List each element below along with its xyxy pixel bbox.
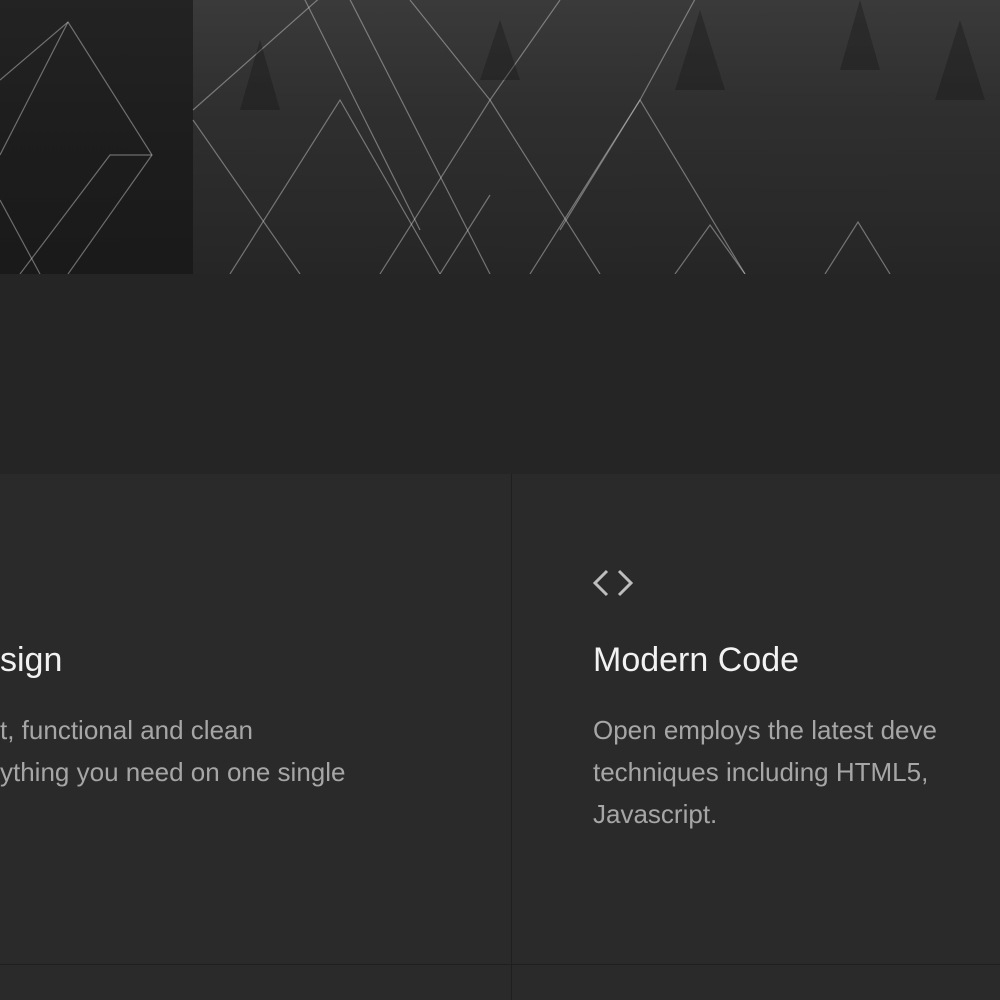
row-divider	[0, 964, 1000, 965]
feature-text-line: Open employs the latest deve	[593, 715, 937, 745]
column-divider	[511, 474, 512, 1000]
code-brackets-icon	[592, 568, 634, 598]
hero-banner	[0, 0, 1000, 274]
feature-text-line: techniques including HTML5,	[593, 757, 929, 787]
section-spacer	[0, 274, 1000, 474]
triangle-pattern-overlay	[0, 0, 985, 274]
feature-text-line: ything you need on one single	[0, 757, 346, 787]
feature-title-design: sign	[0, 641, 63, 679]
feature-title-modern-code: Modern Code	[593, 641, 800, 679]
feature-text-line: t, functional and clean	[0, 715, 253, 745]
feature-text-line: Javascript.	[593, 799, 718, 829]
